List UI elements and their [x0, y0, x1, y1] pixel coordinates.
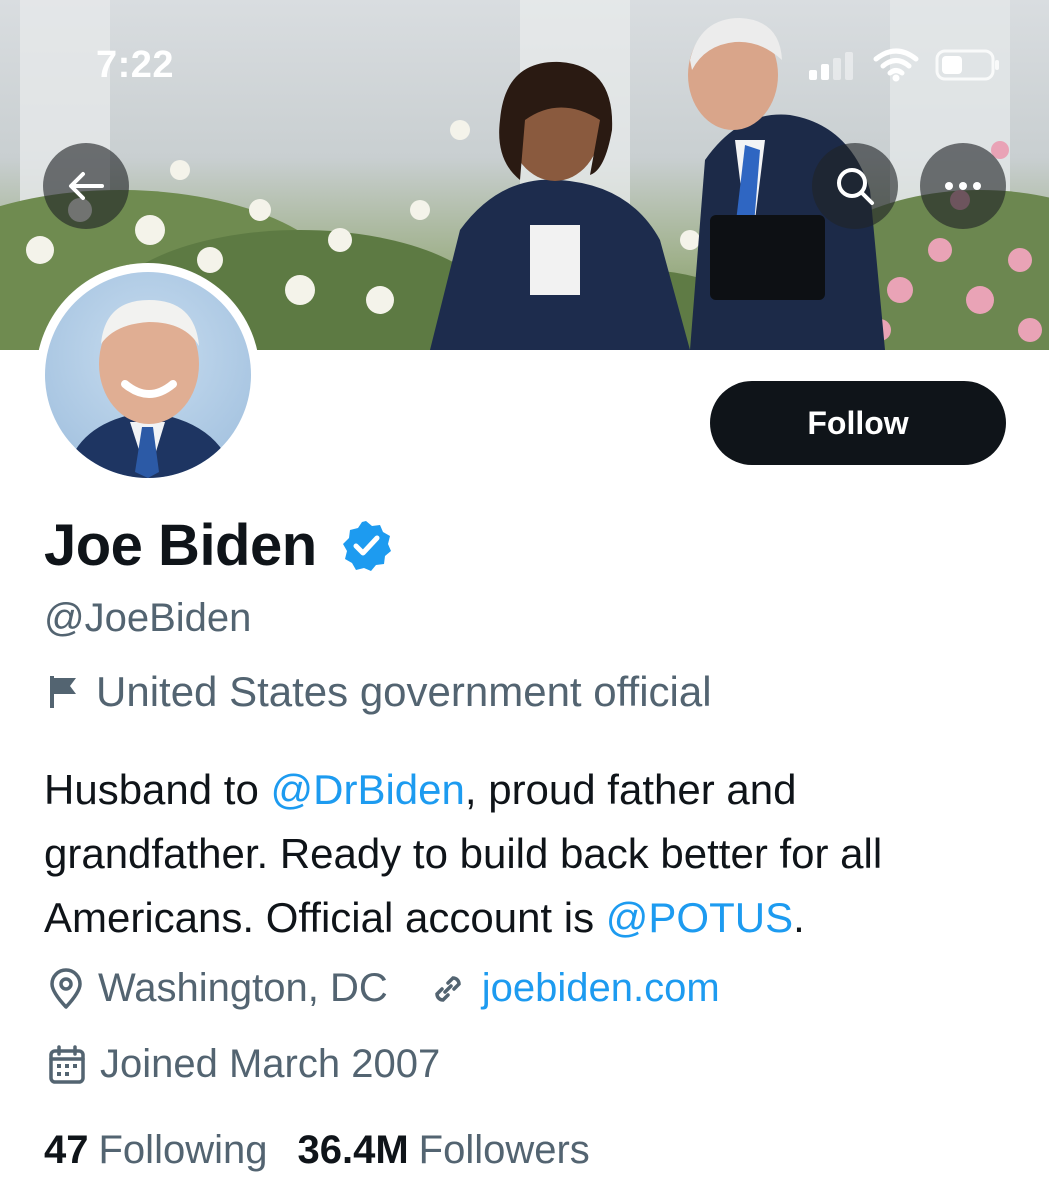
- location-text: Washington, DC: [98, 966, 388, 1010]
- account-label-text: United States government official: [96, 668, 712, 715]
- back-button[interactable]: [43, 143, 129, 229]
- display-name: Joe Biden: [44, 513, 317, 578]
- followers-count: 36.4M: [297, 1128, 409, 1172]
- mention-link[interactable]: @DrBiden: [271, 766, 465, 813]
- status-icons: [809, 48, 1001, 82]
- user-handle: @JoeBiden: [44, 596, 252, 640]
- calendar-icon: [49, 1044, 85, 1084]
- followers-label: Followers: [418, 1128, 590, 1172]
- search-icon: [837, 168, 874, 205]
- account-label: United States government official: [48, 668, 712, 716]
- display-name-row: Joe Biden: [44, 512, 393, 579]
- battery-icon: [935, 49, 999, 81]
- following-label: Following: [98, 1128, 268, 1172]
- website-link[interactable]: joebiden.com: [482, 966, 720, 1011]
- profile-bio: Husband to @DrBiden, proud father and gr…: [44, 758, 1014, 950]
- joined-row: Joined March 2007: [48, 1042, 480, 1087]
- website-item[interactable]: joebiden.com: [428, 966, 720, 1011]
- profile-avatar[interactable]: [36, 263, 260, 487]
- bio-text: .: [793, 894, 805, 941]
- flag-icon: [50, 676, 76, 708]
- mention-link[interactable]: @POTUS: [606, 894, 793, 941]
- follow-button[interactable]: Follow: [710, 381, 1006, 465]
- followers-stat[interactable]: 36.4M Followers: [297, 1128, 589, 1173]
- verified-badge-icon[interactable]: [339, 519, 393, 573]
- location-pin-icon: [50, 967, 82, 1009]
- search-button[interactable]: [812, 143, 898, 229]
- follow-stats: 47 Following 36.4M Followers: [44, 1128, 620, 1173]
- joined-text: Joined March 2007: [100, 1042, 441, 1086]
- avatar-photo: [45, 272, 251, 478]
- signal-icon: [809, 52, 853, 80]
- following-count: 47: [44, 1128, 89, 1172]
- wifi-icon: [873, 48, 919, 82]
- profile-meta: Washington, DC joebiden.com: [48, 966, 760, 1011]
- more-dots-icon: [945, 182, 981, 190]
- status-time: 7:22: [96, 44, 175, 86]
- link-icon: [434, 975, 461, 1002]
- joined-item: Joined March 2007: [48, 1042, 440, 1087]
- bio-text: Husband to: [44, 766, 271, 813]
- following-stat[interactable]: 47 Following: [44, 1128, 267, 1173]
- arrow-left-icon: [69, 172, 104, 200]
- more-options-button[interactable]: [920, 143, 1006, 229]
- location-item: Washington, DC: [48, 966, 388, 1011]
